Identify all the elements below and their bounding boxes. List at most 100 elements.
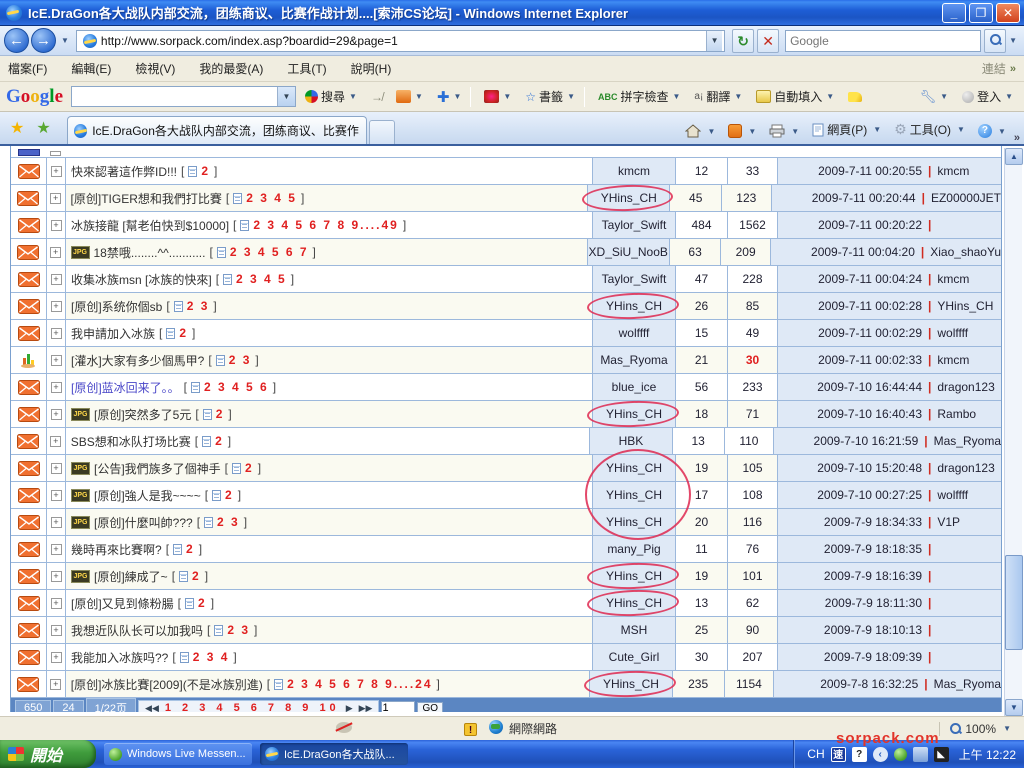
help-button[interactable]: ?▼ <box>973 120 1014 142</box>
topic-last-poster-link[interactable]: Mas_Ryoma <box>934 677 1001 691</box>
topic-last-poster-link[interactable]: Xiao_shaoYu <box>930 245 1001 259</box>
topic-page-links[interactable]: 2 3 <box>229 353 252 367</box>
topic-page-links[interactable]: 2 3 4 5 6 7 <box>230 245 309 259</box>
google-search-box[interactable] <box>785 30 981 52</box>
zoom-dropdown-icon[interactable]: ▼ <box>1000 724 1014 733</box>
print-button[interactable]: ▼ <box>764 120 807 142</box>
refresh-button[interactable]: ↻ <box>732 29 754 53</box>
expand-topic-icon[interactable]: + <box>51 625 62 636</box>
topic-last-poster-link[interactable]: V1P <box>937 515 960 529</box>
topic-last-poster-link[interactable]: EZ00000JET <box>931 191 1001 205</box>
go-icon[interactable]: ↛ <box>367 88 387 106</box>
topic-last-poster-link[interactable]: dragon123 <box>937 461 994 475</box>
expand-topic-icon[interactable]: + <box>50 193 61 204</box>
topic-author-link[interactable]: wolffff <box>619 326 650 340</box>
topic-title-link[interactable]: [原创]冰族比賽[2009](不是冰族別進) <box>71 676 263 693</box>
topic-page-links[interactable]: 2 3 <box>187 299 210 313</box>
topic-author-link[interactable]: HBK <box>619 434 644 448</box>
topic-title-link[interactable]: 18禁哦........^^........... <box>94 244 206 261</box>
topic-row[interactable]: + [原创]TIGER想和我們打比賽 [ 2 3 4 5 ] YHins_CH … <box>11 185 1001 212</box>
photos-button[interactable]: ▼ <box>392 88 428 105</box>
topic-page-links[interactable]: 2 3 4 5 6 7 8 9....49 <box>253 218 398 232</box>
highlighter-button[interactable] <box>844 90 866 104</box>
expand-topic-icon[interactable]: + <box>51 490 62 501</box>
topic-author-link[interactable]: YHins_CH <box>603 677 659 691</box>
topic-page-links[interactable]: 2 <box>216 407 225 421</box>
topic-title-link[interactable]: 冰族接龍 [幫老伯快到$10000] <box>71 217 229 234</box>
start-button[interactable]: 開始 <box>0 740 96 768</box>
maximize-button[interactable]: ❐ <box>969 3 993 23</box>
topic-page-links[interactable]: 2 <box>198 596 207 610</box>
bookmarks-button[interactable]: ☆ 書籤▼ <box>521 86 580 107</box>
last-page-button[interactable]: ▶▶ <box>359 703 373 713</box>
topic-author-link[interactable]: YHins_CH <box>606 596 662 610</box>
topic-row[interactable]: + JPG 18禁哦........^^........... [ 2 3 4 … <box>11 239 1001 266</box>
favorites-center-icon[interactable]: ★ <box>4 118 30 144</box>
topic-title-link[interactable]: 我想近队队长可以加我吗 <box>71 622 203 639</box>
expand-topic-icon[interactable]: + <box>51 301 62 312</box>
go-button[interactable]: GO <box>417 702 443 713</box>
topic-page-links[interactable]: 2 <box>186 542 195 556</box>
topic-author-link[interactable]: YHins_CH <box>601 191 657 205</box>
topic-page-links[interactable]: 2 3 <box>217 515 240 529</box>
topic-page-links[interactable]: 2 <box>225 488 234 502</box>
tab-active[interactable]: IcE.DraGon各大战队内部交流，团练商议、比赛作... <box>67 116 367 144</box>
topic-title-link[interactable]: [原创]又見到條粉腸 <box>71 595 174 612</box>
topic-author-link[interactable]: YHins_CH <box>606 515 662 529</box>
expand-topic-icon[interactable]: + <box>51 274 62 285</box>
topic-row[interactable]: + 幾時再來比賽啊? [ 2 ] many_Pig 11 76 2009-7-9… <box>11 536 1001 563</box>
ime-help-icon[interactable]: ? <box>852 747 867 762</box>
topic-row[interactable]: + 快來認著這作弊ID!!! [ 2 ] kmcm 12 33 2009-7-1… <box>11 158 1001 185</box>
toolbar-search-input[interactable] <box>72 87 277 106</box>
topic-title-link[interactable]: 收集冰族msn [冰族的快來] <box>71 271 212 288</box>
topic-author-link[interactable]: kmcm <box>618 164 650 178</box>
topic-page-links[interactable]: 2 <box>215 434 224 448</box>
stop-button[interactable]: ✕ <box>757 29 779 53</box>
tray-network-icon[interactable] <box>913 747 928 762</box>
topic-last-poster-link[interactable]: dragon123 <box>937 380 994 394</box>
zoom-control[interactable]: 100% ▼ <box>939 722 1024 736</box>
expand-topic-icon[interactable]: + <box>50 247 61 258</box>
topic-page-links[interactable]: 2 3 <box>227 623 250 637</box>
menu-help[interactable]: 說明(H) <box>351 57 404 80</box>
topic-author-link[interactable]: blue_ice <box>612 380 657 394</box>
next-page-button[interactable]: ▶ <box>346 703 353 713</box>
back-button[interactable]: ← <box>4 28 29 53</box>
signin-button[interactable]: 登入▼ <box>958 86 1018 107</box>
expand-topic-icon[interactable]: + <box>51 463 62 474</box>
topic-row[interactable]: + 我申請加入冰族 [ 2 ] wolffff 15 49 2009-7-11 … <box>11 320 1001 347</box>
forward-button[interactable]: → <box>31 28 56 53</box>
topic-row[interactable]: + [原创]蓝冰回来了。。 [ 2 3 4 5 6 ] blue_ice 56 … <box>11 374 1001 401</box>
expand-topic-icon[interactable]: + <box>51 409 62 420</box>
toolbar-settings-button[interactable]: 🔧︎▼ <box>916 87 953 107</box>
topic-title-link[interactable]: 快來認著這作弊ID!!! <box>71 163 177 180</box>
close-button[interactable]: ✕ <box>996 3 1020 23</box>
expand-topic-icon[interactable]: + <box>51 382 62 393</box>
topic-row[interactable]: + 冰族接龍 [幫老伯快到$10000] [ 2 3 4 5 6 7 8 9..… <box>11 212 1001 239</box>
topic-last-poster-link[interactable]: Mas_Ryoma <box>934 434 1001 448</box>
language-indicator[interactable]: CH <box>807 747 824 761</box>
autofill-button[interactable]: 自動填入▼ <box>752 86 839 107</box>
menu-edit[interactable]: 編輯(E) <box>71 57 123 80</box>
vertical-scrollbar[interactable]: ▲ ▼ <box>1004 148 1022 716</box>
scroll-down-arrow[interactable]: ▼ <box>1005 699 1023 716</box>
topic-page-links[interactable]: 2 <box>192 569 201 583</box>
tray-messenger-icon[interactable] <box>894 748 907 761</box>
topic-author-link[interactable]: YHins_CH <box>606 299 662 313</box>
topic-author-link[interactable]: YHins_CH <box>606 461 662 475</box>
topic-author-link[interactable]: Cute_Girl <box>609 650 660 664</box>
topic-page-links[interactable]: 2 3 4 5 6 7 8 9....24 <box>287 677 432 691</box>
expand-topic-icon[interactable]: + <box>51 220 62 231</box>
add-favorite-icon[interactable]: ★ <box>30 118 56 144</box>
topic-row[interactable]: + 收集冰族msn [冰族的快來] [ 2 3 4 5 ] Taylor_Swi… <box>11 266 1001 293</box>
tray-collapse-icon[interactable]: ‹ <box>873 747 888 762</box>
topic-title-link[interactable]: [公告]我們族多了個神手 <box>94 460 221 477</box>
toolbar-search-box[interactable]: ▼ <box>71 86 296 107</box>
minimize-button[interactable]: _ <box>942 3 966 23</box>
expand-topic-icon[interactable]: + <box>51 328 62 339</box>
menu-tools[interactable]: 工具(T) <box>287 57 338 80</box>
goto-page-input[interactable] <box>381 701 415 712</box>
topic-row[interactable]: + JPG [原创]什麼叫帥??? [ 2 3 ] YHins_CH 20 11… <box>11 509 1001 536</box>
topic-title-link[interactable]: 幾時再來比賽啊? <box>71 541 162 558</box>
taskbar-item-messenger[interactable]: Windows Live Messen... <box>104 743 252 765</box>
